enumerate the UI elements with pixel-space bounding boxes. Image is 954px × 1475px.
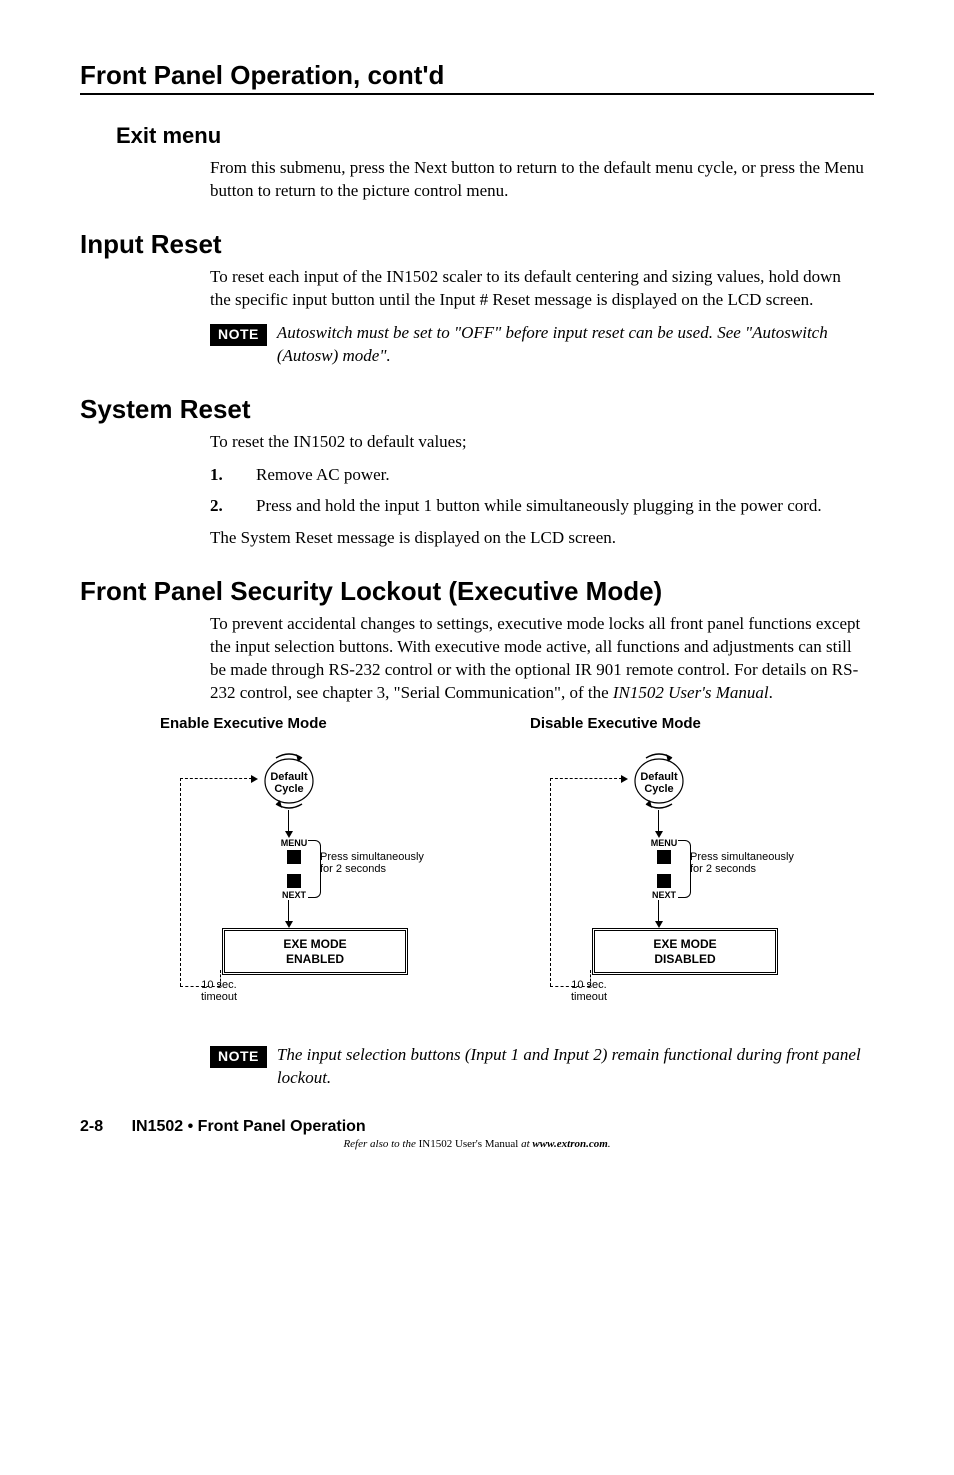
label-line: Cycle — [274, 783, 303, 795]
input-reset-para: To reset each input of the IN1502 scaler… — [210, 266, 864, 312]
footer-title-semi: Front Panel Operation — [198, 1118, 366, 1135]
figure-disable-title: Disable Executive Mode — [530, 715, 870, 732]
exec-mode-para-tail: . — [769, 683, 773, 702]
mode-box-disabled: EXE MODE DISABLED — [592, 928, 778, 975]
arrow-icon — [550, 778, 622, 779]
label-line: Press simultaneously — [320, 851, 424, 863]
arrow-icon — [288, 900, 289, 922]
system-reset-steps: 1. Remove AC power. 2. Press and hold th… — [210, 464, 864, 518]
label-line: Press simultaneously — [690, 851, 794, 863]
label-line: 10 sec. — [201, 979, 236, 991]
press-label: Press simultaneously for 2 seconds — [690, 852, 794, 875]
heading-exec-mode: Front Panel Security Lockout (Executive … — [80, 576, 874, 607]
timeout-label: 10 sec. timeout — [192, 980, 246, 1003]
exec-mode-figures: Enable Executive Mode — [160, 715, 874, 1038]
disable-diagram: Default Cycle MENU NEXT Press simultaneo… — [530, 748, 870, 1038]
footer-text: at — [521, 1138, 532, 1150]
heading-input-reset: Input Reset — [80, 229, 874, 260]
running-head: Front Panel Operation, cont'd — [80, 60, 874, 95]
mode-box-enabled: EXE MODE ENABLED — [222, 928, 408, 975]
step-number: 1. — [210, 464, 226, 487]
press-label: Press simultaneously for 2 seconds — [320, 852, 424, 875]
note-text: The input selection buttons (Input 1 and… — [277, 1044, 864, 1090]
next-key-icon — [287, 874, 301, 888]
footer-text: . — [608, 1138, 611, 1150]
menu-key-icon — [287, 850, 301, 864]
default-cycle-label: Default Cycle — [258, 772, 320, 795]
arrow-icon — [658, 900, 659, 922]
arrow-icon — [288, 810, 289, 832]
enable-diagram: Default Cycle MENU NEXT Press simultaneo — [160, 748, 500, 1038]
footer-title-bold: IN1502 • — [132, 1118, 198, 1135]
footer-line2: Refer also to the IN1502 User's Manual a… — [80, 1138, 874, 1150]
arrow-icon — [180, 778, 252, 779]
next-key-icon — [657, 874, 671, 888]
figure-disable: Disable Executive Mode Default — [530, 715, 870, 1038]
step-text: Press and hold the input 1 button while … — [256, 495, 864, 518]
label-line: EXE MODE — [283, 937, 346, 951]
label-line: Cycle — [644, 783, 673, 795]
arrow-icon — [658, 810, 659, 832]
exec-mode-note: NOTE The input selection buttons (Input … — [210, 1044, 864, 1090]
default-cycle-node: Default Cycle — [628, 752, 690, 810]
note-tag: NOTE — [210, 1046, 267, 1068]
label-line: ENABLED — [286, 952, 344, 966]
connector-line — [180, 778, 181, 986]
exec-mode-para: To prevent accidental changes to setting… — [210, 613, 864, 705]
list-item: 2. Press and hold the input 1 button whi… — [210, 495, 864, 518]
default-cycle-node: Default Cycle — [258, 752, 320, 810]
footer-text: Refer also to the — [343, 1138, 418, 1150]
figure-enable-title: Enable Executive Mode — [160, 715, 500, 732]
step-number: 2. — [210, 495, 226, 518]
figure-enable: Enable Executive Mode — [160, 715, 500, 1038]
step-text: Remove AC power. — [256, 464, 864, 487]
exit-menu-para: From this submenu, press the Next button… — [210, 157, 864, 203]
menu-key-icon — [657, 850, 671, 864]
heading-system-reset: System Reset — [80, 394, 874, 425]
label-line: 10 sec. — [571, 979, 606, 991]
note-tag: NOTE — [210, 324, 267, 346]
label-line: timeout — [571, 991, 607, 1003]
label-line: timeout — [201, 991, 237, 1003]
footer-text: User's Manual — [455, 1138, 521, 1150]
footer-text: IN1502 — [419, 1138, 455, 1150]
label-line: for 2 seconds — [690, 863, 756, 875]
input-reset-note: NOTE Autoswitch must be set to "OFF" bef… — [210, 322, 864, 368]
footer-line1: 2-8 IN1502 • Front Panel Operation — [80, 1118, 874, 1136]
page-number: 2-8 — [80, 1118, 103, 1135]
system-reset-para2: The System Reset message is displayed on… — [210, 527, 864, 550]
heading-exit-menu: Exit menu — [116, 123, 874, 149]
exec-mode-manual: IN1502 User's Manual — [613, 683, 769, 702]
connector-line — [550, 778, 551, 986]
label-line: EXE MODE — [653, 937, 716, 951]
default-cycle-label: Default Cycle — [628, 772, 690, 795]
page-footer: 2-8 IN1502 • Front Panel Operation Refer… — [80, 1118, 874, 1150]
timeout-label: 10 sec. timeout — [562, 980, 616, 1003]
label-line: DISABLED — [654, 952, 715, 966]
label-line: Default — [270, 771, 307, 783]
system-reset-para1: To reset the IN1502 to default values; — [210, 431, 864, 454]
footer-link-text: www.extron.com — [532, 1138, 607, 1150]
label-line: for 2 seconds — [320, 863, 386, 875]
label-line: Default — [640, 771, 677, 783]
list-item: 1. Remove AC power. — [210, 464, 864, 487]
note-text: Autoswitch must be set to "OFF" before i… — [277, 322, 864, 368]
